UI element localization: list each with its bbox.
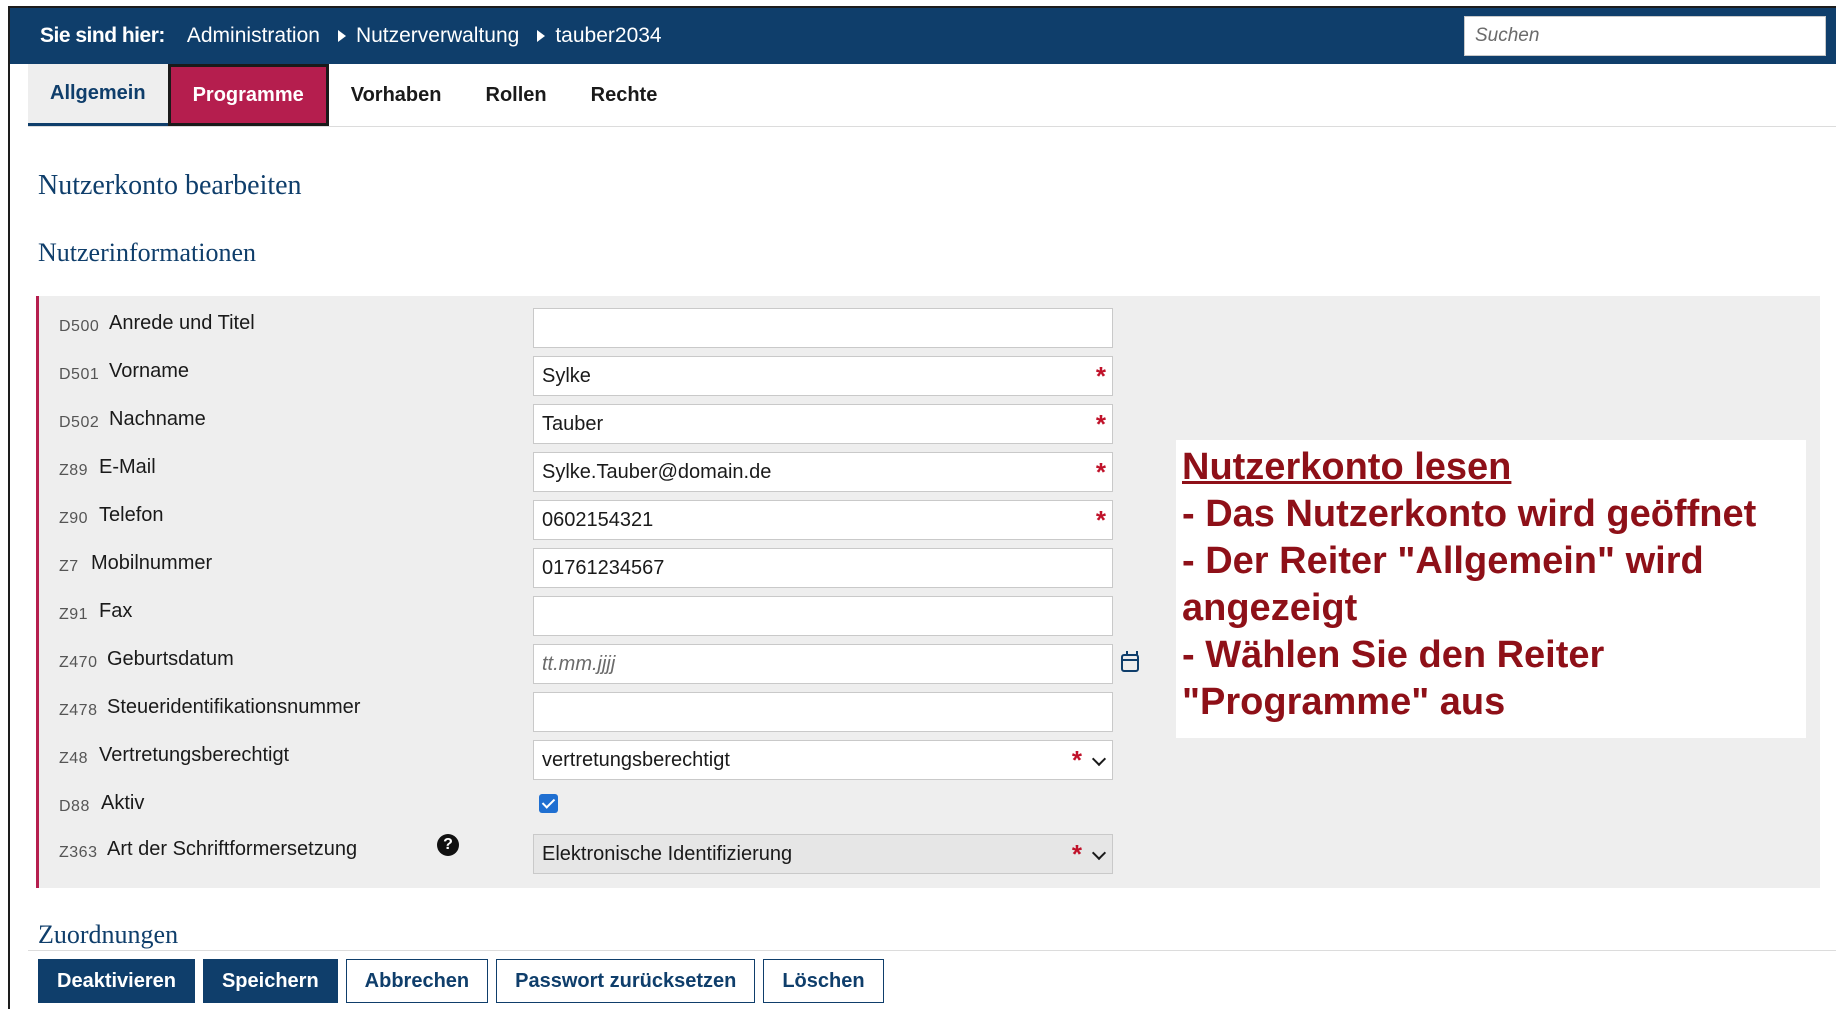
delete-button[interactable]: Löschen xyxy=(763,959,884,1003)
form-row-schriftformersetzung: Z363 Art der Schriftformersetzung ? Elek… xyxy=(39,830,1239,874)
tab-allgemein[interactable]: Allgemein xyxy=(28,64,168,126)
page-title: Nutzerkonto bearbeiten xyxy=(38,170,302,201)
annotation-line: - Wählen Sie den Reiter "Programme" aus xyxy=(1182,634,1605,723)
required-marker: * xyxy=(1095,457,1106,487)
steuer-id-input[interactable] xyxy=(533,692,1113,732)
help-icon[interactable]: ? xyxy=(437,834,459,856)
breadcrumb-item-administration[interactable]: Administration xyxy=(187,24,320,48)
field-label: Nachname xyxy=(109,408,206,430)
deactivate-button[interactable]: Deaktivieren xyxy=(38,959,195,1003)
tab-bar: Allgemein Programme Vorhaben Rollen Rech… xyxy=(28,64,679,126)
annotation-title: Nutzerkonto lesen xyxy=(1182,446,1512,488)
tab-programme[interactable]: Programme xyxy=(167,64,329,126)
section-heading-assignments: Zuordnungen xyxy=(38,920,179,949)
action-bar: Deaktivieren Speichern Abbrechen Passwor… xyxy=(38,959,884,1003)
breadcrumb-separator-icon xyxy=(537,30,546,42)
field-label: E-Mail xyxy=(99,456,156,478)
field-code: Z48 xyxy=(59,750,89,767)
app-frame: Sie sind hier: Administration Nutzerverw… xyxy=(8,6,1836,1009)
nachname-input[interactable]: Tauber * xyxy=(533,404,1113,444)
field-label: Geburtsdatum xyxy=(107,648,234,670)
required-marker: * xyxy=(1095,361,1106,391)
annotation-line: - Der Reiter "Allgemein" wird angezeigt xyxy=(1182,540,1704,629)
search-input[interactable] xyxy=(1464,16,1826,56)
field-code: Z7 xyxy=(59,558,79,575)
anrede-input[interactable] xyxy=(533,308,1113,348)
field-label: Vertretungsberechtigt xyxy=(99,744,290,766)
reset-password-button[interactable]: Passwort zurücksetzen xyxy=(496,959,756,1003)
field-code: Z363 xyxy=(59,844,98,861)
section-heading-info: Nutzerinformationen xyxy=(38,238,257,267)
form-row-steuer-id: Z478 Steueridentifikationsnummer xyxy=(39,690,1239,732)
tab-vorhaben[interactable]: Vorhaben xyxy=(329,64,464,126)
form-row-vorname: D501 Vorname Sylke * xyxy=(39,354,1239,396)
geburtsdatum-input[interactable]: tt.mm.jjjj xyxy=(533,644,1113,684)
required-marker: * xyxy=(1095,409,1106,439)
chevron-down-icon xyxy=(1091,751,1107,767)
schriftformersetzung-select[interactable]: Elektronische Identifizierung * xyxy=(533,834,1113,874)
chevron-down-icon xyxy=(1091,845,1107,861)
required-marker: * xyxy=(1095,505,1106,535)
field-label: Art der Schriftformersetzung xyxy=(107,838,358,860)
breadcrumb-label: Sie sind hier: xyxy=(40,24,165,47)
field-label: Vorname xyxy=(109,360,190,382)
field-label: Fax xyxy=(99,600,133,622)
field-code: D502 xyxy=(59,414,100,431)
breadcrumb-item-current-user: tauber2034 xyxy=(555,24,662,47)
tab-rechte[interactable]: Rechte xyxy=(569,64,680,126)
tab-divider xyxy=(28,126,1836,127)
form-row-aktiv: D88 Aktiv xyxy=(39,786,1239,826)
save-button[interactable]: Speichern xyxy=(202,959,338,1003)
mobilnummer-input[interactable]: 01761234567 xyxy=(533,548,1113,588)
field-code: D500 xyxy=(59,318,100,335)
breadcrumb-separator-icon xyxy=(337,30,346,42)
required-marker: * xyxy=(1071,839,1082,869)
field-code: Z478 xyxy=(59,702,98,719)
email-input[interactable]: Sylke.Tauber@domain.de * xyxy=(533,452,1113,492)
cancel-button[interactable]: Abbrechen xyxy=(345,959,489,1003)
footer-divider xyxy=(28,950,1836,951)
vorname-input[interactable]: Sylke * xyxy=(533,356,1113,396)
form-row-fax: Z91 Fax xyxy=(39,594,1239,636)
vertretungsberechtigt-select[interactable]: vertretungsberechtigt * xyxy=(533,740,1113,780)
telefon-input[interactable]: 0602154321 * xyxy=(533,500,1113,540)
field-label: Mobilnummer xyxy=(91,552,213,574)
tab-rollen[interactable]: Rollen xyxy=(464,64,569,126)
breadcrumb-item-nutzerverwaltung[interactable]: Nutzerverwaltung xyxy=(356,24,519,48)
instruction-annotation: Nutzerkonto lesen - Das Nutzerkonto wird… xyxy=(1176,440,1806,738)
form-row-anrede: D500 Anrede und Titel xyxy=(39,306,1239,348)
field-code: Z90 xyxy=(59,510,89,527)
form-row-mobilnummer: Z7 Mobilnummer 01761234567 xyxy=(39,546,1239,588)
annotation-line: - Das Nutzerkonto wird geöffnet xyxy=(1182,493,1757,535)
calendar-icon[interactable] xyxy=(1121,651,1139,672)
field-label: Anrede und Titel xyxy=(109,312,255,334)
field-label: Steueridentifikationsnummer xyxy=(107,696,361,718)
field-label: Aktiv xyxy=(101,792,145,814)
form-row-email: Z89 E-Mail Sylke.Tauber@domain.de * xyxy=(39,450,1239,492)
field-code: D501 xyxy=(59,366,100,383)
required-marker: * xyxy=(1071,745,1082,775)
top-bar: Sie sind hier: Administration Nutzerverw… xyxy=(10,8,1836,64)
field-code: Z89 xyxy=(59,462,89,479)
field-label: Telefon xyxy=(99,504,164,526)
aktiv-checkbox[interactable] xyxy=(539,794,558,813)
fax-input[interactable] xyxy=(533,596,1113,636)
form-row-telefon: Z90 Telefon 0602154321 * xyxy=(39,498,1239,540)
form-row-vertretungsberechtigt: Z48 Vertretungsberechtigt vertretungsber… xyxy=(39,738,1239,780)
form-row-geburtsdatum: Z470 Geburtsdatum tt.mm.jjjj xyxy=(39,642,1239,684)
field-code: D88 xyxy=(59,798,90,815)
field-code: Z470 xyxy=(59,654,98,671)
form-row-nachname: D502 Nachname Tauber * xyxy=(39,402,1239,444)
field-code: Z91 xyxy=(59,606,89,623)
